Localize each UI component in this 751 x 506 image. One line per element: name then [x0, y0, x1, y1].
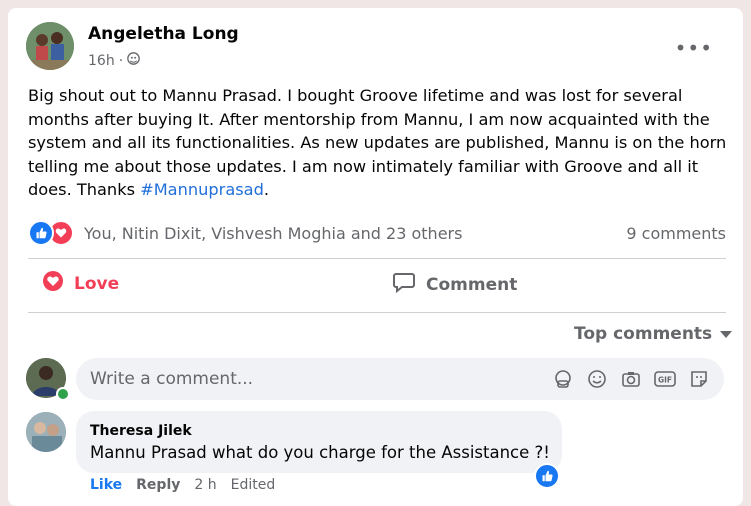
comment-icon: [392, 270, 416, 299]
author-avatar[interactable]: [26, 22, 74, 70]
gif-icon[interactable]: GIF: [654, 368, 676, 390]
comment-button[interactable]: Comment: [392, 270, 517, 299]
comment-input-placeholder: Write a comment...: [90, 369, 254, 389]
commenter-name[interactable]: Theresa Jilek: [90, 423, 192, 439]
meta-separator: ·: [118, 52, 124, 69]
love-icon: [42, 270, 64, 297]
post-body: Big shout out to Mannu Prasad. I bought …: [28, 84, 738, 202]
comment-like-badge[interactable]: [534, 463, 560, 489]
svg-text:GIF: GIF: [658, 376, 672, 385]
comment-time[interactable]: 2 h: [194, 477, 216, 493]
post-text: Big shout out to Mannu Prasad. I bought …: [28, 86, 727, 199]
author-name[interactable]: Angeletha Long: [88, 24, 239, 44]
commenter-avatar[interactable]: [26, 412, 66, 452]
post-text-end: .: [263, 180, 270, 199]
camera-icon[interactable]: [620, 368, 642, 390]
love-label: Love: [74, 273, 120, 294]
reactions-bar: You, Nitin Dixit, Vishvesh Moghia and 23…: [28, 220, 726, 246]
comment-bubble: Theresa Jilek Mannu Prasad what do you c…: [76, 411, 562, 473]
current-user-avatar[interactable]: [26, 358, 70, 401]
comment-label: Comment: [426, 274, 518, 295]
sticker-icon[interactable]: [688, 368, 710, 390]
comment-edited-label: Edited: [230, 477, 276, 493]
post-card: Angeletha Long 16h · ••• Big shout out t…: [8, 8, 743, 506]
love-button[interactable]: Love: [42, 270, 119, 297]
comment-like-link[interactable]: Like: [90, 477, 122, 493]
comment-text: Mannu Prasad what do you charge for the …: [90, 443, 550, 462]
globe-icon: [127, 52, 140, 69]
more-options-icon[interactable]: •••: [675, 36, 713, 60]
caret-down-icon: [720, 324, 733, 344]
comment-actions: Like Reply 2 h Edited: [90, 477, 275, 493]
reactions-summary[interactable]: You, Nitin Dixit, Vishvesh Moghia and 23…: [84, 224, 462, 243]
comments-count[interactable]: 9 comments: [626, 224, 726, 243]
avatar-sticker-icon[interactable]: [552, 368, 574, 390]
emoji-icon[interactable]: [586, 368, 608, 390]
post-time[interactable]: 16h: [88, 53, 115, 69]
comment-sort-dropdown[interactable]: Top comments: [574, 324, 733, 344]
hashtag-link[interactable]: #Mannuprasad: [140, 180, 264, 199]
composer-icons: GIF: [552, 368, 710, 390]
reaction-icons[interactable]: [28, 220, 74, 246]
like-reaction-icon: [28, 220, 54, 246]
sort-label: Top comments: [574, 324, 713, 344]
divider: [28, 312, 726, 313]
divider: [28, 258, 726, 259]
comment-reply-link[interactable]: Reply: [136, 477, 180, 493]
comment-input[interactable]: Write a comment... GIF: [76, 358, 724, 400]
post-meta: 16h ·: [88, 52, 140, 69]
online-status-dot: [56, 387, 70, 401]
